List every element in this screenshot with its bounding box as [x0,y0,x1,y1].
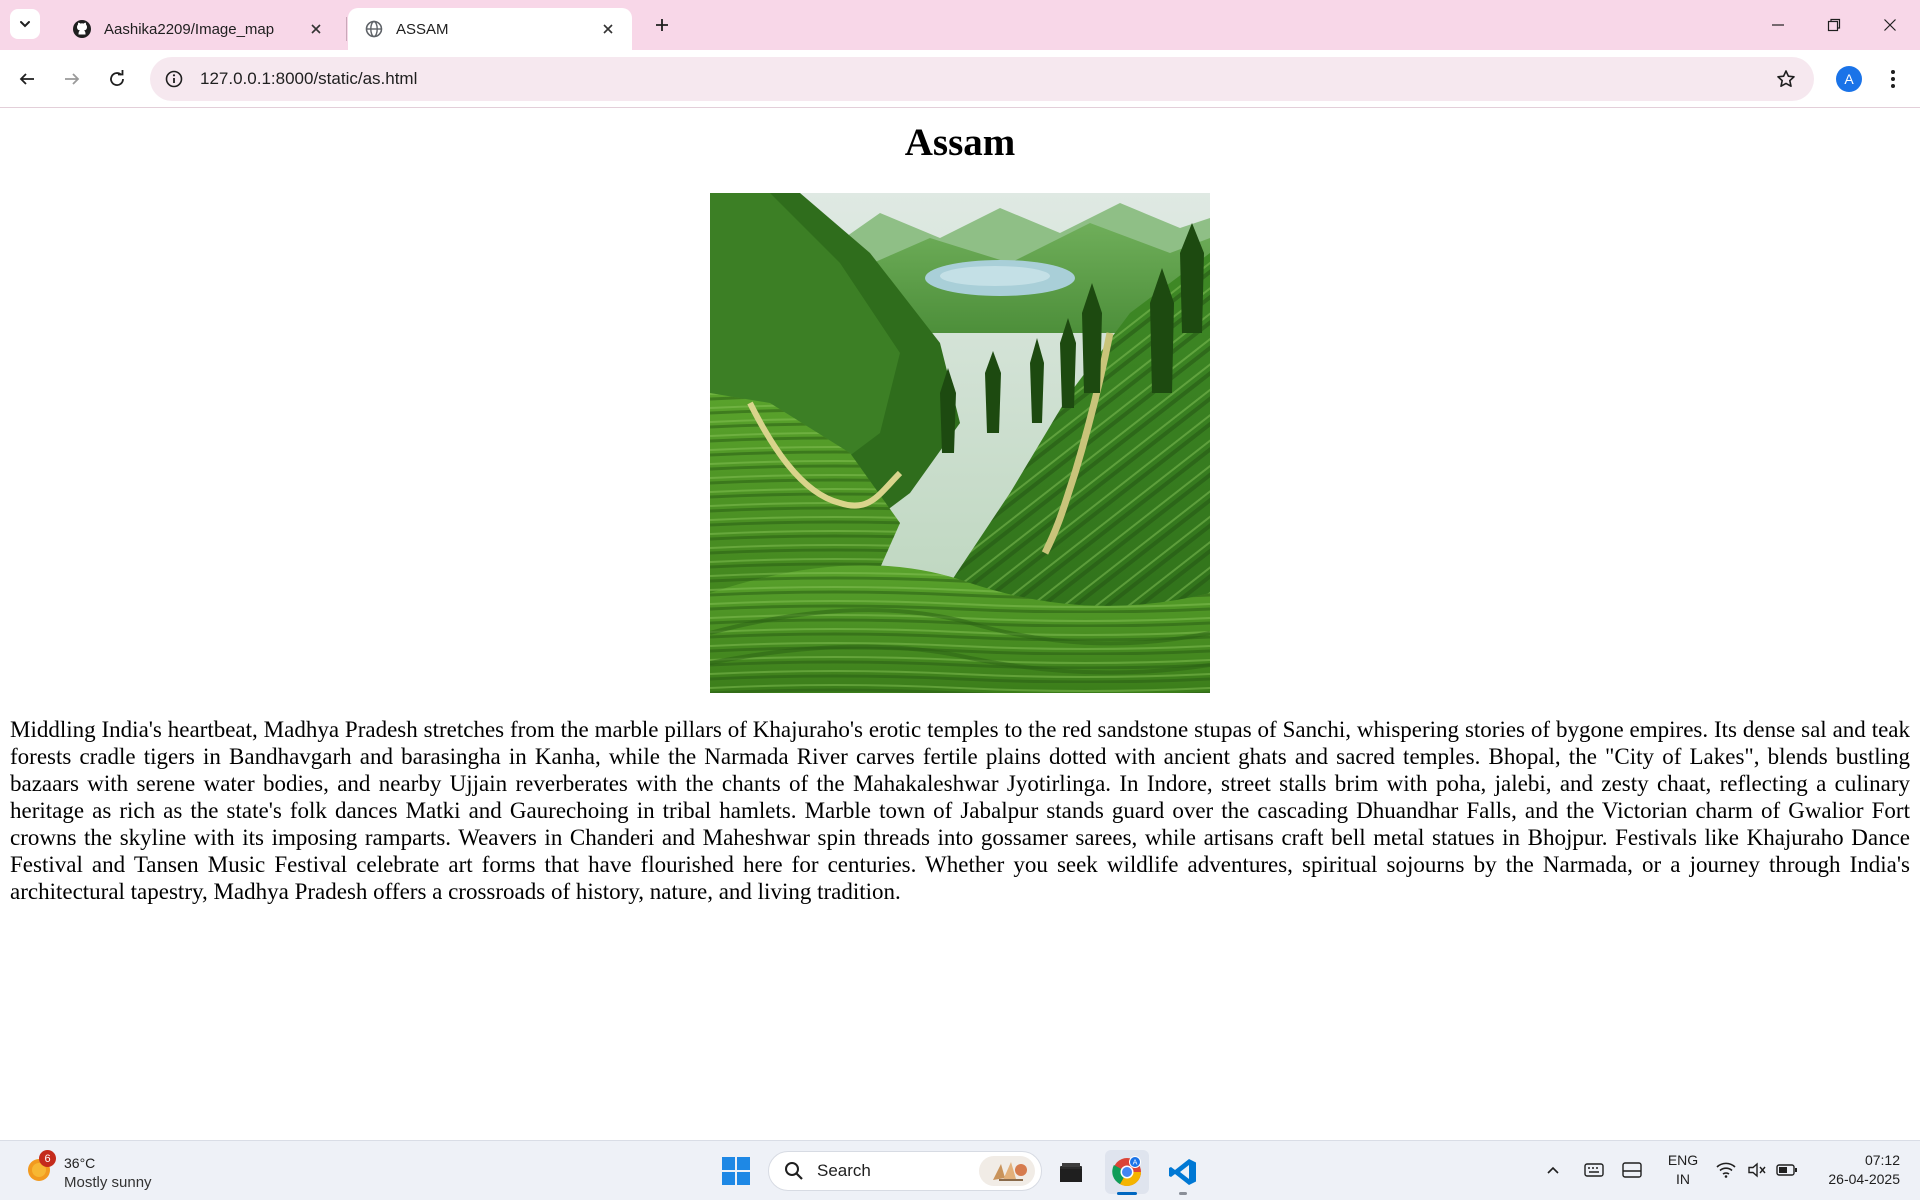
close-window-button[interactable] [1862,0,1918,50]
tab-title: ASSAM [396,20,449,38]
active-app-indicator [1117,1192,1137,1195]
close-icon[interactable] [598,19,618,39]
chevron-up-icon [1547,1166,1559,1174]
open-app-indicator [1179,1192,1187,1195]
github-icon [72,19,92,39]
language-code: ENG [1667,1152,1699,1168]
landscape-illustration [710,193,1210,693]
tab-assam[interactable]: ASSAM [348,8,632,50]
svg-text:A: A [1133,1159,1138,1167]
globe-icon [364,19,384,39]
system-clock[interactable]: 07:12 26-04-2025 [1812,1151,1900,1189]
chrome-icon: A [1112,1156,1141,1186]
file-explorer-icon [1060,1163,1082,1182]
taskbar-search[interactable]: Search [768,1151,1042,1191]
weather-temperature: 36°C [64,1155,96,1171]
tab-title: Aashika2209/Image_map [104,20,275,38]
vscode-icon [1169,1159,1196,1185]
minimize-button[interactable] [1750,0,1806,50]
tab-search-button[interactable] [10,9,40,39]
page-title: Assam [904,121,1016,164]
menu-button[interactable] [1878,62,1908,96]
search-label: Search [817,1161,871,1180]
keyboard-icon[interactable] [1582,1159,1606,1181]
restore-icon [1827,18,1841,32]
battery-icon[interactable] [1774,1159,1800,1181]
search-icon [783,1160,805,1182]
web-page: Assam Middling India's heartbeat, Madhya… [0,108,1920,1140]
minimize-icon [1772,24,1784,26]
new-tab-button[interactable] [648,11,676,39]
vscode-taskbar-button[interactable] [1161,1150,1205,1195]
tab-github[interactable]: Aashika2209/Image_map [56,8,340,50]
close-icon[interactable] [306,19,326,39]
chevron-down-icon [20,21,30,28]
chrome-taskbar-button[interactable]: A [1105,1150,1149,1195]
windows-icon [722,1157,750,1185]
arrow-right-icon [65,73,80,85]
forward-button[interactable] [55,62,89,96]
volume-muted-icon[interactable] [1745,1159,1769,1181]
clock-date: 26-04-2025 [1828,1171,1900,1187]
star-icon[interactable] [1766,59,1806,99]
region-code: IN [1676,1171,1690,1187]
weather-condition: Mostly sunny [64,1174,152,1191]
tea-plantation-image [710,193,1210,693]
arrow-left-icon [19,73,34,85]
notification-badge: 6 [39,1150,56,1167]
url-text[interactable]: 127.0.0.1:8000/static/as.html [200,69,1766,89]
taskbar: 6 36°C Mostly sunny Search A ENG IN 07:1… [0,1140,1920,1200]
reload-icon [110,70,124,86]
profile-avatar[interactable]: A [1836,66,1862,92]
tab-strip: Aashika2209/Image_map ASSAM [0,0,1920,50]
back-button[interactable] [10,62,44,96]
address-bar[interactable]: 127.0.0.1:8000/static/as.html [150,57,1814,101]
reload-button[interactable] [100,62,134,96]
wifi-icon[interactable] [1714,1159,1738,1181]
search-highlight-icon [979,1156,1035,1186]
show-hidden-icons-button[interactable] [1542,1159,1564,1181]
touch-keyboard-icon[interactable] [1620,1159,1644,1181]
weather-widget[interactable]: 6 36°C Mostly sunny [22,1149,172,1193]
close-icon [1884,19,1896,31]
description-paragraph: Middling India's heartbeat, Madhya Prade… [10,717,1910,904]
language-indicator[interactable]: ENG IN [1664,1151,1702,1189]
start-button[interactable] [718,1153,754,1189]
restore-button[interactable] [1806,0,1862,50]
kebab-menu-icon [1891,70,1895,88]
file-explorer-button[interactable] [1049,1150,1093,1194]
tab-separator [346,17,347,41]
info-icon[interactable] [154,59,194,99]
plus-icon [656,19,668,31]
clock-time: 07:12 [1864,1152,1900,1168]
browser-toolbar: 127.0.0.1:8000/static/as.html A [0,50,1920,108]
